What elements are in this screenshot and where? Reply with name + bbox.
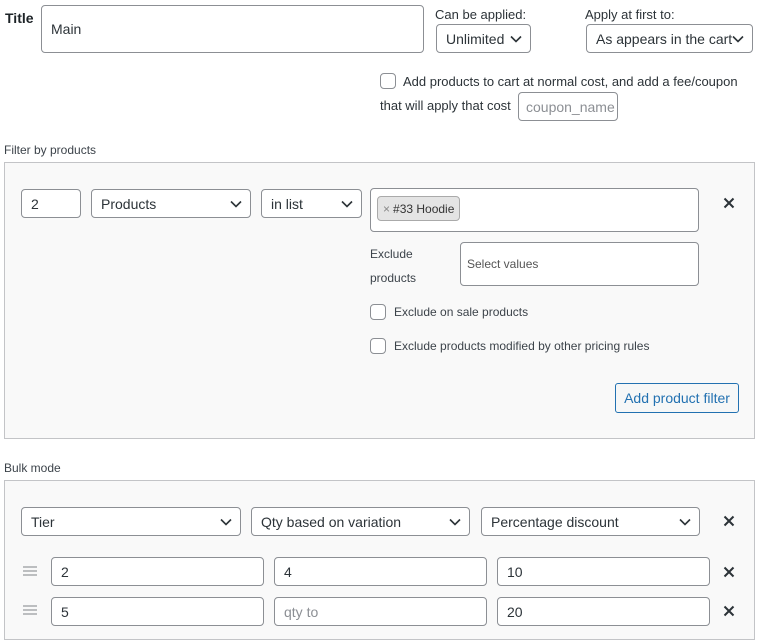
close-icon[interactable] xyxy=(723,515,735,527)
normal-cost-checkbox[interactable] xyxy=(380,73,396,89)
title-input[interactable]: Main xyxy=(41,5,424,53)
can-be-applied-label: Can be applied: xyxy=(435,7,527,22)
tier-from-input[interactable]: 5 xyxy=(51,597,264,626)
chevron-down-icon xyxy=(220,518,232,526)
apply-first-value: As appears in the cart xyxy=(596,30,733,47)
filter-type-select[interactable]: Products xyxy=(91,189,251,218)
exclude-products-input[interactable]: Select values xyxy=(460,242,699,286)
qty-based-select[interactable]: Qty based on variation xyxy=(251,507,470,536)
discount-type-value: Percentage discount xyxy=(491,513,619,530)
tier-to-input[interactable]: 4 xyxy=(274,557,487,586)
chevron-down-icon xyxy=(679,518,691,526)
chevron-down-icon xyxy=(230,200,242,208)
filter-qty-input[interactable]: 2 xyxy=(21,189,81,218)
tier-discount-input[interactable]: 10 xyxy=(497,557,710,586)
exclude-modified-checkbox[interactable] xyxy=(370,338,386,354)
apply-first-label: Apply at first to: xyxy=(585,7,675,22)
chevron-down-icon xyxy=(449,518,461,526)
tag-label: #33 Hoodie xyxy=(393,201,455,216)
close-icon[interactable] xyxy=(723,197,735,209)
drag-handle-icon[interactable] xyxy=(23,605,37,615)
exclude-on-sale-checkbox[interactable] xyxy=(370,304,386,320)
bulk-mode-select[interactable]: Tier xyxy=(21,507,241,536)
can-be-applied-value: Unlimited xyxy=(446,30,505,47)
drag-handle-icon[interactable] xyxy=(23,566,37,576)
discount-type-select[interactable]: Percentage discount xyxy=(481,507,700,536)
exclude-on-sale-label: Exclude on sale products xyxy=(394,305,529,319)
filter-type-value: Products xyxy=(101,195,157,212)
coupon-name-input[interactable]: coupon_name xyxy=(518,92,618,121)
exclude-modified-label: Exclude products modified by other prici… xyxy=(394,339,650,353)
close-icon[interactable] xyxy=(723,566,735,578)
filter-method-value: in list xyxy=(271,195,303,212)
close-icon[interactable] xyxy=(723,605,735,617)
bulk-section-label: Bulk mode xyxy=(4,461,61,475)
tier-to-input[interactable]: qty to xyxy=(274,597,487,626)
chevron-down-icon xyxy=(510,35,522,43)
filter-section-label: Filter by products xyxy=(4,143,97,157)
tier-from-input[interactable]: 2 xyxy=(51,557,264,586)
chevron-down-icon xyxy=(341,200,353,208)
exclude-products-label-1: Exclude xyxy=(370,247,413,261)
normal-cost-label-line1: Add products to cart at normal cost, and… xyxy=(403,74,738,89)
can-be-applied-select[interactable]: Unlimited xyxy=(436,24,531,53)
apply-first-select[interactable]: As appears in the cart xyxy=(586,24,753,53)
chevron-down-icon xyxy=(732,35,744,43)
tag-remove-icon[interactable]: × xyxy=(383,202,390,216)
normal-cost-label-line2: that will apply that cost xyxy=(380,98,511,113)
tier-discount-input[interactable]: 20 xyxy=(497,597,710,626)
bulk-mode-value: Tier xyxy=(31,513,55,530)
qty-based-value: Qty based on variation xyxy=(261,513,402,530)
product-tag: × #33 Hoodie xyxy=(377,196,461,221)
title-label: Title xyxy=(5,10,34,26)
add-product-filter-button[interactable]: Add product filter xyxy=(615,383,739,413)
filter-method-select[interactable]: in list xyxy=(261,189,362,218)
exclude-products-label-2: products xyxy=(370,271,417,285)
